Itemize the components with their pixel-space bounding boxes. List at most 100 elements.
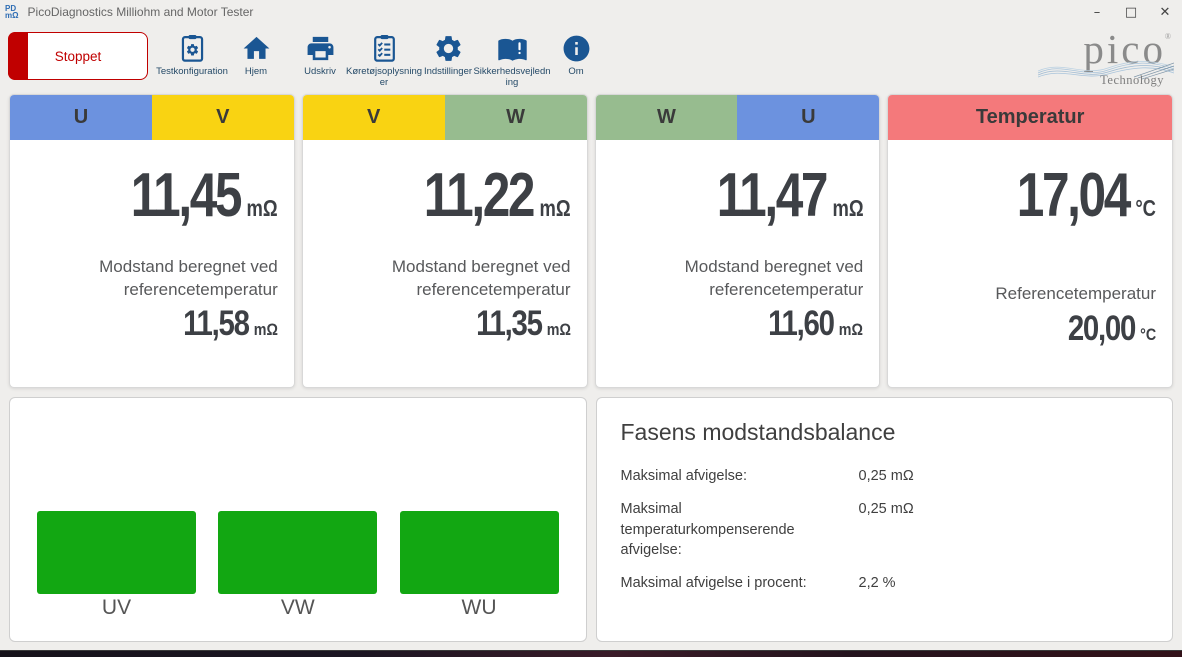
stop-button-stripe bbox=[8, 32, 28, 80]
card-header: U V bbox=[10, 95, 294, 140]
card-body: 11,22 mΩ Modstand beregnet ved referencet… bbox=[303, 140, 587, 387]
toolbar: Stoppet Testkonfiguration Hjem Udskriv K… bbox=[0, 24, 1182, 92]
resistance-value-line: 11,47 mΩ bbox=[716, 160, 863, 231]
phase-header-u: U bbox=[737, 95, 880, 140]
balance-panel-title: Fasens modstandsbalance bbox=[620, 419, 896, 445]
toolbar-button-home[interactable]: Hjem bbox=[224, 32, 288, 89]
bar-label-vw: VW bbox=[280, 596, 315, 619]
card-body: 11,47 mΩ Modstand beregnet ved referencet… bbox=[596, 140, 880, 387]
bar-label-wu: WU bbox=[461, 596, 497, 619]
reference-value-line: 11,58 mΩ bbox=[183, 304, 278, 344]
toolbar-button-safety-guide[interactable]: Sikkerhedsvejledning bbox=[473, 32, 551, 89]
settings-icon bbox=[433, 32, 464, 65]
bottom-panels-row: UV VW WU Fasens modstandsbalance Maksima… bbox=[9, 397, 1173, 642]
balance-row-value: 0,25 mΩ bbox=[858, 501, 914, 518]
reference-value: 11,58 bbox=[182, 304, 250, 344]
toolbar-button-about[interactable]: Om bbox=[544, 32, 608, 89]
reference-unit: mΩ bbox=[546, 320, 571, 340]
resistance-unit: mΩ bbox=[539, 195, 571, 221]
pico-logo: pico ® Technology bbox=[1038, 29, 1174, 90]
bar-label-uv: UV bbox=[101, 596, 132, 619]
pico-logo-registered-mark: ® bbox=[1164, 32, 1171, 41]
stop-button-label: Stoppet bbox=[54, 48, 102, 64]
balance-row-label: Maksimal temperaturkompenserende afvigel… bbox=[620, 501, 795, 558]
app-icon: PD mΩ bbox=[5, 4, 19, 20]
reference-value-line: 20,00 °C bbox=[1068, 309, 1156, 349]
temperature-card: Temperatur 17,04 °C Referencetemperatur 2… bbox=[887, 94, 1173, 388]
balance-row-label: Maksimal afvigelse i procent: bbox=[620, 575, 807, 592]
temperature-value-line: 17,04 °C bbox=[1017, 160, 1156, 231]
titlebar: PD mΩ PicoDiagnostics Milliohm and Motor… bbox=[0, 0, 1182, 24]
about-icon bbox=[561, 32, 592, 65]
bar-group-vw: VW bbox=[218, 511, 378, 620]
test-config-icon bbox=[177, 32, 208, 65]
balance-row-value: 2,2 % bbox=[858, 575, 896, 592]
safety-guide-icon bbox=[497, 32, 528, 65]
background-window-edge bbox=[0, 650, 1182, 657]
reference-caption: Modstand beregnet ved referencetemperatu… bbox=[99, 257, 278, 299]
bar-group-uv: UV bbox=[37, 511, 196, 620]
resistance-value-line: 11,45 mΩ bbox=[131, 160, 278, 231]
measurement-card-wu: W U 11,47 mΩ Modstand beregnet ved refere… bbox=[594, 94, 881, 388]
resistance-unit: mΩ bbox=[832, 195, 864, 221]
balance-row: Maksimal afvigelse: 0,25 mΩ bbox=[621, 466, 1149, 486]
card-header: V W bbox=[302, 95, 587, 140]
print-icon bbox=[305, 32, 336, 65]
reference-unit: mΩ bbox=[253, 320, 278, 340]
reference-value: 11,60 bbox=[768, 304, 835, 344]
stop-button[interactable]: Stoppet bbox=[8, 32, 148, 80]
measurement-card-vw: V W 11,22 mΩ Modstand beregnet ved refere… bbox=[301, 94, 588, 388]
reference-value-line: 11,60 mΩ bbox=[768, 304, 863, 344]
measurement-card-uv: U V 11,45 mΩ Modstand beregnet ved refere… bbox=[9, 94, 295, 388]
temperature-header: Temperatur bbox=[888, 95, 1172, 140]
reference-value: 20,00 bbox=[1067, 308, 1137, 348]
bar-wu bbox=[399, 511, 559, 594]
phase-header-w: W bbox=[444, 95, 587, 140]
resistance-value-line: 11,22 mΩ bbox=[424, 160, 571, 231]
maximize-icon[interactable]: □ bbox=[1114, 0, 1148, 24]
home-icon bbox=[241, 32, 272, 65]
reference-value-line: 11,35 mΩ bbox=[476, 304, 571, 344]
reference-unit: mΩ bbox=[839, 320, 864, 340]
reference-caption: Referencetemperatur bbox=[995, 284, 1156, 303]
close-icon[interactable]: ✕ bbox=[1148, 0, 1182, 24]
window-controls: – □ ✕ bbox=[1080, 0, 1182, 24]
card-body: 11,45 mΩ Modstand beregnet ved referencet… bbox=[10, 140, 294, 387]
app-icon-line2: mΩ bbox=[5, 11, 19, 20]
balance-row-label: Maksimal afvigelse: bbox=[620, 468, 748, 484]
toolbar-button-settings[interactable]: Indstillinger bbox=[416, 32, 480, 89]
reference-unit: °C bbox=[1139, 324, 1156, 344]
phase-header-w: W bbox=[595, 95, 738, 140]
toolbar-button-label: Om bbox=[568, 66, 584, 77]
bar-vw bbox=[218, 511, 378, 594]
reference-value: 11,35 bbox=[475, 304, 543, 344]
toolbar-button-print[interactable]: Udskriv bbox=[288, 32, 352, 89]
balance-row: Maksimal afvigelse i procent: 2,2 % bbox=[621, 573, 1149, 593]
window-title: PicoDiagnostics Milliohm and Motor Teste… bbox=[27, 5, 254, 19]
resistance-value: 11,47 bbox=[716, 161, 828, 230]
balance-row-value: 0,25 mΩ bbox=[858, 468, 914, 484]
reference-caption: Modstand beregnet ved referencetemperatu… bbox=[391, 257, 571, 299]
balance-row: Maksimal temperaturkompenserende afvigel… bbox=[621, 499, 1149, 560]
toolbar-button-vehicle-info[interactable]: Køretøjsoplysninger bbox=[346, 32, 422, 89]
vehicle-info-icon bbox=[369, 32, 400, 65]
phase-header-u: U bbox=[10, 95, 152, 140]
measurement-cards-row: U V 11,45 mΩ Modstand beregnet ved refere… bbox=[9, 94, 1173, 388]
reference-caption: Modstand beregnet ved referencetemperatu… bbox=[684, 257, 864, 299]
toolbar-buttons: Testkonfiguration Hjem Udskriv Køretøjso… bbox=[156, 32, 608, 89]
temperature-unit: °C bbox=[1135, 195, 1156, 221]
phase-balance-panel: Fasens modstandsbalance Maksimal afvigel… bbox=[595, 397, 1173, 642]
bar-uv bbox=[37, 511, 196, 594]
card-header: Temperatur bbox=[888, 95, 1172, 140]
phase-balance-chart: UV VW WU bbox=[9, 397, 587, 642]
card-header: W U bbox=[595, 95, 880, 140]
resistance-unit: mΩ bbox=[246, 195, 278, 221]
toolbar-button-test-config[interactable]: Testkonfiguration bbox=[156, 32, 228, 89]
bar-group-wu: WU bbox=[399, 511, 559, 620]
pico-logo-sub: Technology bbox=[1100, 73, 1164, 87]
temperature-value: 17,04 bbox=[1016, 161, 1132, 230]
card-body: 17,04 °C Referencetemperatur 20,00 °C bbox=[888, 140, 1172, 387]
minimize-icon[interactable]: – bbox=[1080, 0, 1114, 24]
phase-header-v: V bbox=[302, 95, 445, 140]
resistance-value: 11,22 bbox=[423, 161, 536, 230]
